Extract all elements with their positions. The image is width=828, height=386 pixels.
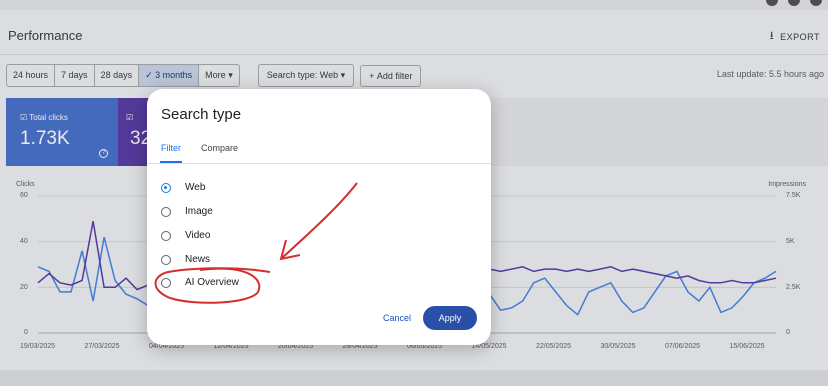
option-news[interactable]: News xyxy=(161,254,210,265)
dialog-tabs: Filter Compare xyxy=(147,135,491,164)
option-news-label: News xyxy=(185,254,211,265)
radio-icon[interactable] xyxy=(161,230,171,241)
option-ai-overview-label: AI Overview xyxy=(185,277,239,288)
tab-indicator xyxy=(160,161,182,163)
radio-icon[interactable] xyxy=(161,206,171,217)
option-image-label: Image xyxy=(185,206,213,217)
option-image[interactable]: Image xyxy=(161,206,213,217)
tab-filter[interactable]: Filter xyxy=(161,143,181,153)
option-web[interactable]: Web xyxy=(161,182,205,193)
option-ai-overview[interactable]: AI Overview xyxy=(161,277,239,288)
tab-compare[interactable]: Compare xyxy=(201,143,238,153)
radio-icon[interactable] xyxy=(161,277,171,288)
radio-icon[interactable] xyxy=(161,254,171,265)
radio-selected-icon[interactable] xyxy=(161,182,171,193)
apply-button[interactable]: Apply xyxy=(423,306,477,330)
option-web-label: Web xyxy=(185,182,206,193)
option-video-label: Video xyxy=(185,230,211,241)
dialog-title: Search type xyxy=(161,106,242,123)
search-type-dialog: Search type Filter Compare Web Image Vid… xyxy=(147,89,491,345)
option-video[interactable]: Video xyxy=(161,230,210,241)
cancel-button[interactable]: Cancel xyxy=(383,313,411,323)
